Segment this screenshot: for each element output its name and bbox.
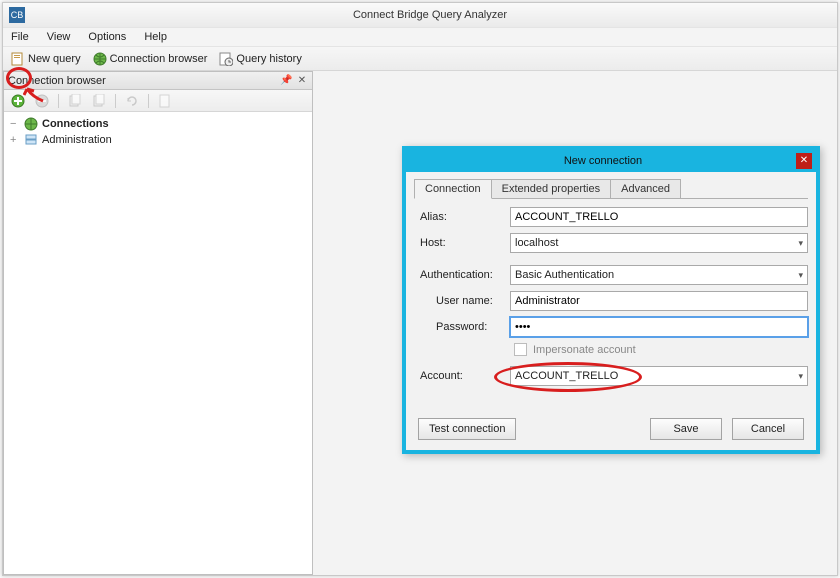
app-icon: CB [9, 7, 25, 23]
close-icon[interactable]: ✕ [296, 75, 308, 87]
host-value: localhost [515, 237, 558, 249]
dialog-footer: Test connection Save Cancel [414, 414, 808, 440]
tab-extended-properties[interactable]: Extended properties [491, 179, 611, 198]
separator [148, 94, 149, 108]
copy-icon [68, 94, 82, 108]
globe-icon [93, 52, 107, 66]
menu-bar: File View Options Help [3, 27, 837, 47]
dialog-body: Connection Extended properties Advanced … [406, 172, 816, 450]
menu-view[interactable]: View [43, 29, 75, 45]
window-title: Connect Bridge Query Analyzer [29, 9, 831, 21]
panel-tool-4[interactable] [155, 92, 175, 110]
authentication-select[interactable]: Basic Authentication ▾ [510, 265, 808, 285]
refresh-icon [125, 94, 139, 108]
separator [58, 94, 59, 108]
remove-connection-button[interactable] [32, 92, 52, 110]
tree-label-administration: Administration [42, 134, 112, 146]
new-query-button[interactable]: New query [7, 51, 85, 67]
account-value: ACCOUNT_TRELLO [515, 370, 618, 382]
panel-header: Connection browser 📌 ✕ [4, 72, 312, 90]
connection-browser-label: Connection browser [110, 53, 208, 65]
expand-icon[interactable]: + [10, 134, 20, 146]
plus-circle-icon [11, 94, 25, 108]
page-icon [158, 94, 172, 108]
dialog-titlebar[interactable]: New connection ✕ [406, 150, 816, 172]
pin-icon[interactable]: 📌 [280, 75, 292, 87]
expand-icon[interactable]: − [10, 118, 20, 130]
impersonate-label: Impersonate account [533, 344, 636, 356]
new-query-label: New query [28, 53, 81, 65]
tree-node-administration[interactable]: + Administration [10, 132, 306, 148]
save-button[interactable]: Save [650, 418, 722, 440]
panel-toolbar [4, 90, 312, 112]
connection-tree: − Connections + Administration [4, 112, 312, 574]
dialog-close-button[interactable]: ✕ [796, 153, 812, 169]
minus-circle-icon [35, 94, 49, 108]
titlebar: CB Connect Bridge Query Analyzer [3, 3, 837, 27]
chevron-down-icon: ▾ [798, 371, 803, 382]
chevron-down-icon: ▾ [798, 270, 803, 281]
menu-options[interactable]: Options [84, 29, 130, 45]
connection-browser-panel: Connection browser 📌 ✕ [3, 71, 313, 575]
alias-label: Alias: [414, 211, 510, 223]
panel-title: Connection browser [8, 75, 106, 87]
main-toolbar: New query Connection browser Query histo… [3, 47, 837, 71]
server-icon [24, 133, 38, 147]
query-history-button[interactable]: Query history [215, 51, 305, 67]
globe-icon [24, 117, 38, 131]
menu-help[interactable]: Help [140, 29, 171, 45]
cancel-button[interactable]: Cancel [732, 418, 804, 440]
add-connection-button[interactable] [8, 92, 28, 110]
copy-icon [92, 94, 106, 108]
panel-tool-2[interactable] [89, 92, 109, 110]
menu-file[interactable]: File [7, 29, 33, 45]
separator [115, 94, 116, 108]
panel-tool-3[interactable] [122, 92, 142, 110]
new-connection-dialog: New connection ✕ Connection Extended pro… [402, 146, 820, 454]
tab-advanced[interactable]: Advanced [610, 179, 681, 198]
connection-browser-button[interactable]: Connection browser [89, 51, 212, 67]
tab-connection[interactable]: Connection [414, 179, 492, 199]
authentication-label: Authentication: [414, 269, 510, 281]
password-label: Password: [414, 321, 510, 333]
username-label: User name: [414, 295, 510, 307]
impersonate-checkbox[interactable] [514, 343, 527, 356]
alias-input[interactable] [510, 207, 808, 227]
username-input[interactable] [510, 291, 808, 311]
account-label: Account: [414, 370, 510, 382]
chevron-down-icon: ▾ [798, 238, 803, 249]
account-select[interactable]: ACCOUNT_TRELLO ▾ [510, 366, 808, 386]
tree-label-connections: Connections [42, 118, 109, 130]
dialog-title: New connection [410, 155, 796, 167]
tree-node-connections[interactable]: − Connections [10, 116, 306, 132]
dialog-tabs: Connection Extended properties Advanced [414, 178, 808, 199]
password-input[interactable] [510, 317, 808, 337]
host-select[interactable]: localhost ▾ [510, 233, 808, 253]
history-icon [219, 52, 233, 66]
panel-tool-1[interactable] [65, 92, 85, 110]
host-label: Host: [414, 237, 510, 249]
impersonate-row: Impersonate account [514, 343, 808, 356]
test-connection-button[interactable]: Test connection [418, 418, 516, 440]
query-history-label: Query history [236, 53, 301, 65]
authentication-value: Basic Authentication [515, 269, 614, 281]
page-icon [11, 52, 25, 66]
